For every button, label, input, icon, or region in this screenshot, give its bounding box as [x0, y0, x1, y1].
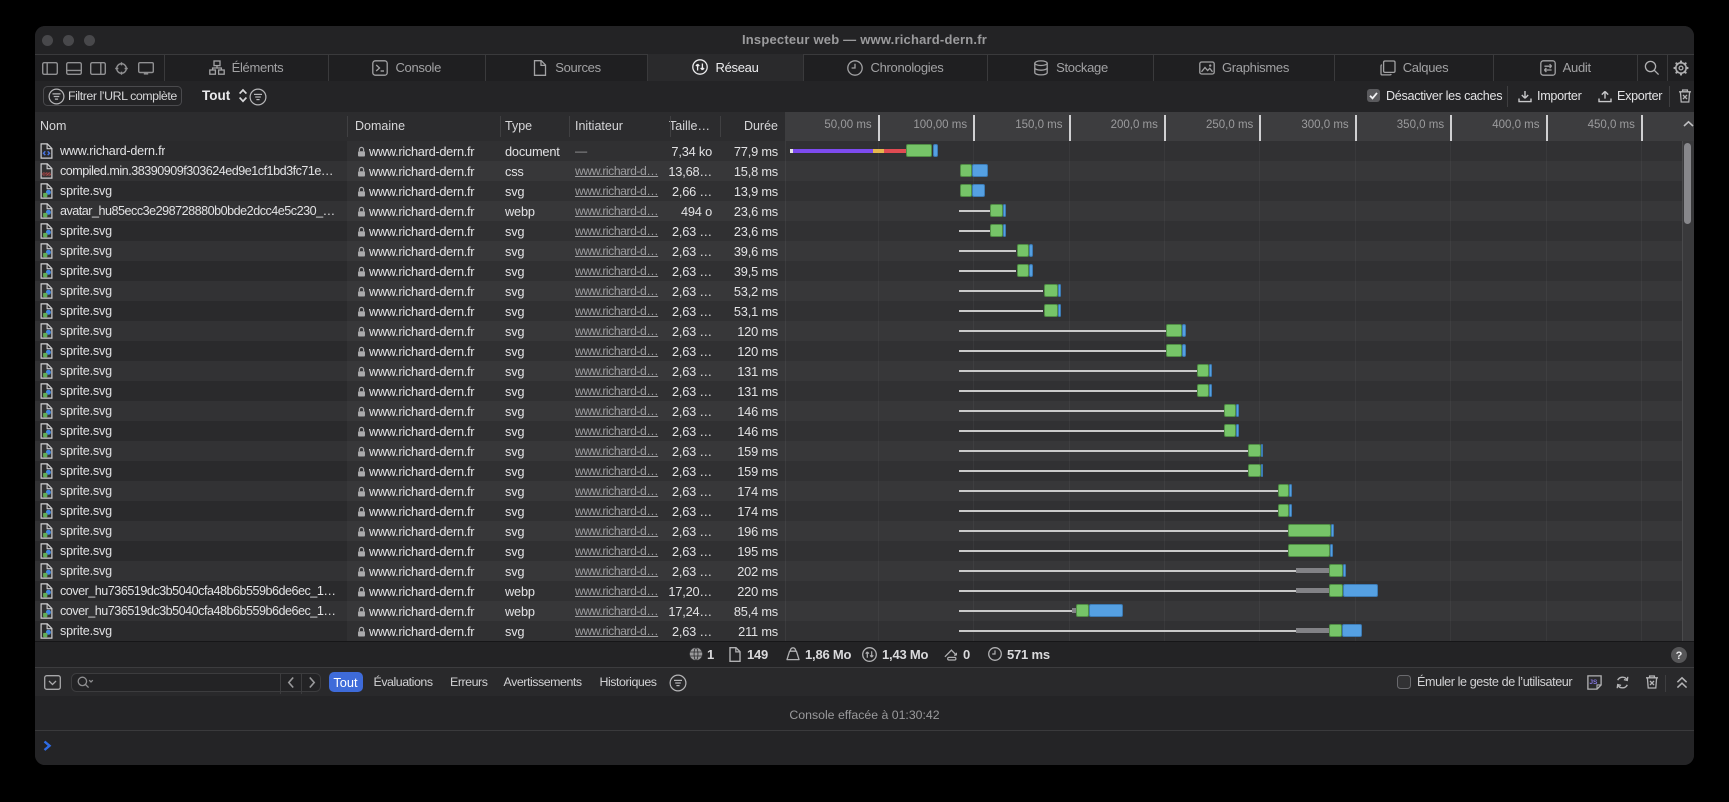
- svg-text:css: css: [42, 170, 51, 176]
- svg-text:JS: JS: [1589, 678, 1598, 685]
- svg-text:?: ?: [1676, 649, 1683, 661]
